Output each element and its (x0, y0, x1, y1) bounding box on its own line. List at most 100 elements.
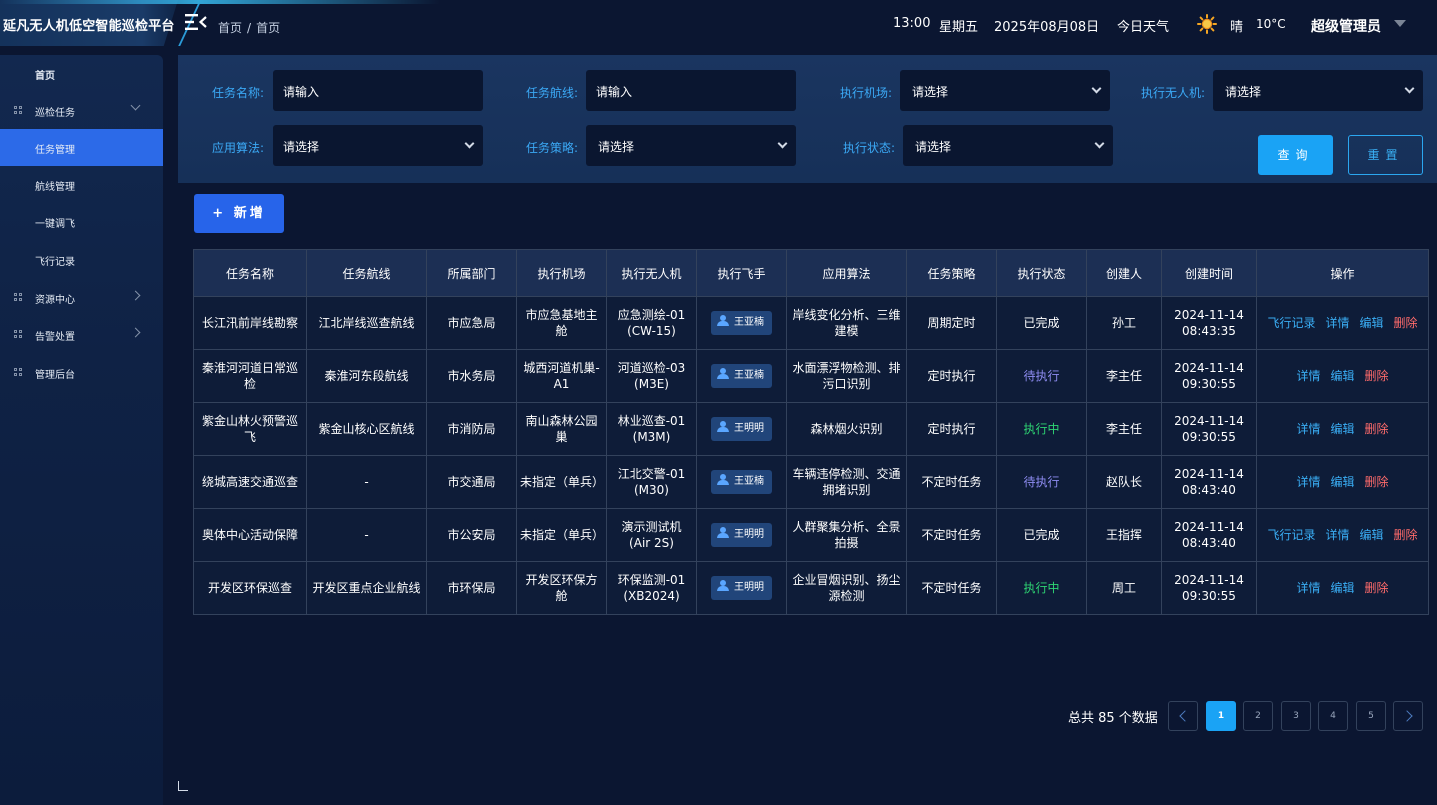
sidebar-item-label: 巡检任务 (35, 108, 75, 119)
next-page-button[interactable] (1393, 701, 1423, 731)
detail-link[interactable]: 详情 (1325, 316, 1349, 330)
user-dropdown-icon[interactable] (1394, 20, 1406, 27)
task-name-input[interactable]: 请输入 (273, 70, 483, 111)
breadcrumb-home[interactable]: 首页 (218, 21, 242, 35)
breadcrumb-separator: / (247, 21, 252, 35)
task-route-cell: 紫金山核心区航线 (306, 402, 427, 456)
chevron-right-icon (1400, 710, 1413, 722)
algorithm-cell: 企业冒烟识别、扬尘源检测 (786, 561, 907, 615)
column-header: 操作 (1256, 249, 1429, 297)
edit-link[interactable]: 编辑 (1330, 581, 1354, 595)
sidebar-item-home[interactable]: 首页 (0, 55, 163, 92)
sidebar-item-resource-center[interactable]: 资源中心 (0, 279, 163, 316)
column-header: 执行飞手 (696, 249, 787, 297)
status-badge: 已完成 (1023, 528, 1060, 542)
edit-link[interactable]: 编辑 (1360, 528, 1384, 542)
add-task-button[interactable]: + 新增 (194, 194, 284, 233)
task-name-cell: 奥体中心活动保障 (193, 508, 307, 562)
pilot-badge: 王明明 (711, 417, 772, 441)
page-button-5[interactable]: 5 (1356, 701, 1386, 731)
table-row: 开发区环保巡查 开发区重点企业航线 市环保局 开发区环保方舱 环保监测-01 (XB20… (193, 561, 1429, 615)
department-cell: 市应急局 (426, 296, 517, 350)
table-body: 长江汛前岸线勘察 江北岸线巡查航线 市应急局 市应急基地主舱 应急测绘-01 (CW-1… (193, 296, 1429, 615)
flight-record-link[interactable]: 飞行记录 (1267, 528, 1315, 542)
sidebar-item-one-click-fly[interactable]: 一键调飞 (0, 203, 163, 240)
delete-link[interactable]: 删除 (1365, 422, 1389, 436)
sidebar-item-task-management[interactable]: 任务管理 (0, 129, 163, 166)
airport-cell: 市应急基地主舱 (516, 296, 607, 350)
sun-icon (1197, 14, 1217, 34)
pilot-badge: 王明明 (711, 576, 772, 600)
algorithm-cell: 人群聚集分析、全景拍摄 (786, 508, 907, 562)
chevron-down-icon (1404, 83, 1415, 94)
pilot-cell: 王亚楠 (696, 455, 787, 509)
edit-link[interactable]: 编辑 (1330, 369, 1354, 383)
sidebar-item-label: 首页 (35, 71, 55, 82)
sidebar-item-label: 一键调飞 (35, 219, 75, 230)
detail-link[interactable]: 详情 (1296, 581, 1320, 595)
detail-link[interactable]: 详情 (1296, 475, 1320, 489)
actions-cell: 飞行记录 详情 编辑 删除 (1256, 508, 1429, 562)
delete-link[interactable]: 删除 (1365, 581, 1389, 595)
strategy-select[interactable]: 请选择 (586, 125, 796, 166)
sidebar-item-admin-backend[interactable]: 管理后台 (0, 354, 163, 391)
delete-link[interactable]: 删除 (1365, 369, 1389, 383)
user-icon (717, 368, 730, 379)
flight-record-link[interactable]: 飞行记录 (1267, 316, 1315, 330)
user-menu[interactable]: 超级管理员 (1311, 16, 1381, 36)
sidebar-item-flight-records[interactable]: 飞行记录 (0, 241, 163, 278)
detail-link[interactable]: 详情 (1296, 422, 1320, 436)
task-table: 任务名称 任务航线 所属部门 执行机场 执行无人机 执行飞手 应用算法 任务策略… (193, 249, 1429, 615)
airport-cell: 开发区环保方舱 (516, 561, 607, 615)
pilot-cell: 王明明 (696, 561, 787, 615)
sidebar-item-route-management[interactable]: 航线管理 (0, 166, 163, 203)
detail-link[interactable]: 详情 (1325, 528, 1349, 542)
delete-link[interactable]: 删除 (1394, 316, 1418, 330)
chevron-down-icon (777, 138, 788, 149)
algorithm-select[interactable]: 请选择 (273, 125, 483, 166)
temperature: 10°C (1256, 17, 1286, 31)
sidebar-item-alarm-handling[interactable]: 告警处置 (0, 316, 163, 353)
column-header: 创建时间 (1161, 249, 1257, 297)
reset-button[interactable]: 重置 (1348, 135, 1423, 175)
pilot-badge: 王亚楠 (711, 364, 772, 388)
total-count: 总共 85 个数据 (1068, 711, 1158, 726)
status-select[interactable]: 请选择 (903, 125, 1113, 166)
weekday: 星期五 (939, 20, 979, 35)
strategy-select-value: 请选择 (598, 140, 635, 154)
algorithm-cell: 车辆违停检测、交通拥堵识别 (786, 455, 907, 509)
creator-cell: 赵队长 (1086, 455, 1162, 509)
department-cell: 市交通局 (426, 455, 517, 509)
page-button-4[interactable]: 4 (1318, 701, 1348, 731)
page-button-2[interactable]: 2 (1243, 701, 1273, 731)
table-header-row: 任务名称 任务航线 所属部门 执行机场 执行无人机 执行飞手 应用算法 任务策略… (193, 249, 1429, 297)
status-cell: 待执行 (996, 349, 1087, 403)
query-button[interactable]: 查询 (1258, 135, 1333, 175)
pilot-name: 王明明 (734, 423, 764, 434)
created-time-cell: 2024-11-14 09:30:55 (1161, 349, 1257, 403)
algorithm-select-value: 请选择 (283, 140, 320, 154)
clock-time: 13:00 (893, 16, 931, 31)
sidebar-item-patrol-tasks[interactable]: 巡检任务 (0, 92, 163, 129)
pilot-name: 王亚楠 (734, 476, 764, 487)
drone-label: 执行无人机: (1141, 86, 1206, 100)
drone-select[interactable]: 请选择 (1213, 70, 1423, 111)
task-route-input[interactable]: 请输入 (586, 70, 796, 111)
page-button-1[interactable]: 1 (1206, 701, 1236, 731)
pilot-badge: 王明明 (711, 523, 772, 547)
created-time-cell: 2024-11-14 08:43:35 (1161, 296, 1257, 350)
edit-link[interactable]: 编辑 (1360, 316, 1384, 330)
chevron-down-icon (464, 138, 475, 149)
page-button-3[interactable]: 3 (1281, 701, 1311, 731)
detail-link[interactable]: 详情 (1296, 369, 1320, 383)
menu-collapse-icon[interactable] (185, 13, 207, 31)
breadcrumb-current: 首页 (256, 21, 281, 35)
edit-link[interactable]: 编辑 (1330, 422, 1354, 436)
edit-link[interactable]: 编辑 (1330, 475, 1354, 489)
delete-link[interactable]: 删除 (1394, 528, 1418, 542)
task-name-cell: 紫金山林火预警巡飞 (193, 402, 307, 456)
delete-link[interactable]: 删除 (1365, 475, 1389, 489)
prev-page-button[interactable] (1168, 701, 1198, 731)
airport-select[interactable]: 请选择 (900, 70, 1110, 111)
drone-cell: 江北交警-01 (M30) (606, 455, 697, 509)
